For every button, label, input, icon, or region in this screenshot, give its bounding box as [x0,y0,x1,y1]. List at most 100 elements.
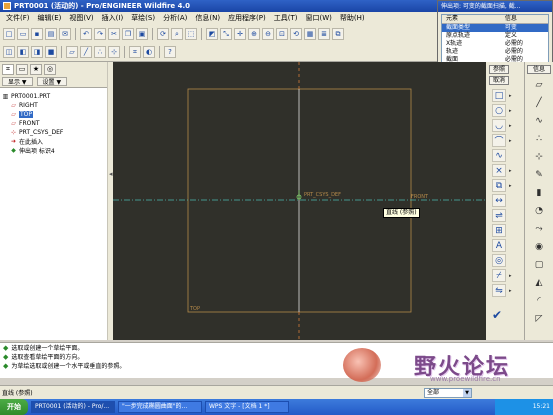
sketch-tool[interactable]: × ▸ [488,163,522,178]
revolve-tool-icon[interactable]: ◔ [529,206,549,219]
sketch-tool[interactable]: ⇋ ▸ [488,283,522,298]
copy-icon[interactable]: ❐ [122,28,134,40]
task-button[interactable]: PRT0001 (活动的) - Pro/... [31,401,115,413]
menu-edit[interactable]: 编辑(E) [34,12,66,24]
wireframe-icon[interactable]: ◫ [3,46,15,58]
sketch-tool[interactable]: ↔ [488,193,522,208]
shell-tool-icon[interactable]: ▢ [529,260,549,273]
save-icon[interactable]: ▪ [31,28,43,40]
folder-browser-tab-icon[interactable]: ▭ [16,64,28,75]
sketch-tool[interactable]: ◡ ▸ [488,118,522,133]
tree-node-insert-here[interactable]: ➜ 在此插入 [2,137,105,146]
datum-point-tool-icon[interactable]: ∴ [529,134,549,147]
regenerate-icon[interactable]: ⟳ [157,28,169,40]
model-tree-tab-icon[interactable]: ⌗ [2,64,14,75]
settings-dropdown[interactable]: 设置 ▼ [36,77,68,86]
menu-view[interactable]: 视图(V) [65,12,97,24]
menu-tools[interactable]: 工具(T) [270,12,302,24]
collapse-arrow-icon[interactable]: ◂ [109,170,113,178]
no-hidden-icon[interactable]: ◨ [31,46,43,58]
sketch-tool[interactable]: ⇌ [488,208,522,223]
datum-curve-tool-icon[interactable]: ∿ [529,116,549,129]
print-icon[interactable]: ▤ [45,28,57,40]
tree-node-front[interactable]: ▱ FRONT [2,119,105,128]
sketch-tool[interactable]: □ ▸ [488,88,522,103]
start-button[interactable]: 开始 [0,399,28,415]
sketch-tool-icon[interactable]: ✎ [529,170,549,183]
saved-views-icon[interactable]: ▦ [304,28,316,40]
hidden-line-icon[interactable]: ◧ [17,46,29,58]
task-button[interactable]: WPS 文字 - [文档 1 *] [205,401,289,413]
dialog-title[interactable]: 伸出项: 可变的截面扫描, 截... [438,1,552,12]
find-icon[interactable]: ⌕ [171,28,183,40]
redo-icon[interactable]: ↷ [94,28,106,40]
table-row[interactable]: 原点轨迹 定义 [442,32,548,40]
chamfer-tool-icon[interactable]: ◸ [529,314,549,327]
tree-node-part[interactable]: ▥ PRT0001.PRT [2,92,105,101]
table-row[interactable]: X轨迹 必需的 [442,40,548,48]
show-dropdown[interactable]: 显示 ▼ [2,77,33,86]
sketch-tool[interactable]: ⌒ ▸ [488,133,522,148]
connections-tab-icon[interactable]: ◎ [44,64,56,75]
tree-node-csys[interactable]: ⊹ PRT_CSYS_DEF [2,128,105,137]
table-row[interactable]: 截面类型 可变 [442,24,548,32]
datum-axes-icon[interactable]: ╱ [80,46,92,58]
reorient-icon[interactable]: ⟲ [290,28,302,40]
datum-axis-tool-icon[interactable]: ╱ [529,98,549,111]
sketch-tool[interactable]: ◎ [488,253,522,268]
sweep-tool-icon[interactable]: ⤳ [529,224,549,237]
menu-insert[interactable]: 插入(I) [98,12,128,24]
datum-points-icon[interactable]: ∴ [94,46,106,58]
model-tree-icon[interactable]: ⌗ [129,46,141,58]
refit-icon[interactable]: ⊡ [276,28,288,40]
datum-plane-tool-icon[interactable]: ▱ [529,80,549,93]
spin-center-icon[interactable]: ✛ [234,28,246,40]
orient-icon[interactable]: ⤡ [220,28,232,40]
new-file-icon[interactable]: □ [3,28,15,40]
sketch-tool[interactable]: ⧉ ▸ [488,178,522,193]
cancel-button[interactable]: 取消 [489,76,510,85]
sketch-tool[interactable]: ⊞ [488,223,522,238]
zoom-in-icon[interactable]: ⊕ [248,28,260,40]
task-button[interactable]: "一步完成椭圆曲面"的... [118,401,202,413]
menu-file[interactable]: 文件(F) [2,12,34,24]
hole-tool-icon[interactable]: ◉ [529,242,549,255]
sketch-tool[interactable]: A [488,238,522,253]
sketch-tool[interactable]: ○ ▸ [488,103,522,118]
info-button[interactable]: 信息 [527,65,551,74]
layers-icon[interactable]: ≣ [318,28,330,40]
datum-planes-icon[interactable]: ▱ [66,46,78,58]
menu-info[interactable]: 信息(N) [191,12,224,24]
undo-icon[interactable]: ↶ [80,28,92,40]
coordinate-systems-icon[interactable]: ⊹ [108,46,120,58]
tree-node-right[interactable]: ▱ RIGHT [2,101,105,110]
view-manager-icon[interactable]: ⧉ [332,28,344,40]
menu-analysis[interactable]: 分析(A) [159,12,191,24]
sketch-tool[interactable]: ∿ [488,148,522,163]
email-icon[interactable]: ✉ [59,28,71,40]
reference-button[interactable]: 参照 [489,65,510,74]
zoom-out-icon[interactable]: ⊖ [262,28,274,40]
repaint-icon[interactable]: ◩ [206,28,218,40]
shading-icon[interactable]: ■ [45,46,57,58]
favorites-tab-icon[interactable]: ★ [30,64,42,75]
context-help-icon[interactable]: ? [164,46,176,58]
graphics-window[interactable]: PRT_CSYS_DEF FRONT TOP 直线 (参照) [113,62,486,340]
menu-window[interactable]: 窗口(W) [302,12,336,24]
open-file-icon[interactable]: ▭ [17,28,29,40]
rib-tool-icon[interactable]: ◭ [529,278,549,291]
menu-applications[interactable]: 应用程序(P) [224,12,270,24]
extrude-tool-icon[interactable]: ▮ [529,188,549,201]
menu-sketch[interactable]: 草绘(S) [127,12,159,24]
paste-icon[interactable]: ▣ [136,28,148,40]
done-check-icon[interactable]: ✔ [492,308,502,322]
cut-icon[interactable]: ✂ [108,28,120,40]
csys-tool-icon[interactable]: ⊹ [529,152,549,165]
selection-filter[interactable]: 全部 ▼ [424,388,472,398]
sketch-tool[interactable]: ⌿ ▸ [488,268,522,283]
appearance-icon[interactable]: ◐ [143,46,155,58]
round-tool-icon[interactable]: ◜ [529,296,549,309]
tree-node-protrusion[interactable]: ◆ 伸出项 标识4 [2,146,105,155]
table-row[interactable]: 轨迹 必需的 [442,48,548,56]
menu-help[interactable]: 帮助(H) [336,12,369,24]
